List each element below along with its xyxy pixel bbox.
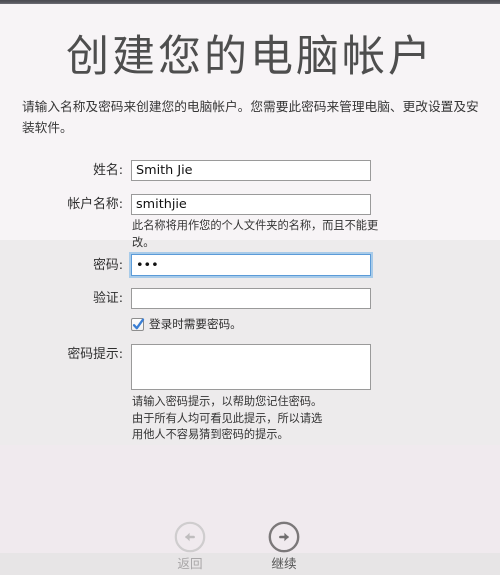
account-name-label: 帐户名称: — [67, 197, 124, 212]
back-button[interactable]: 返回 — [152, 521, 228, 571]
require-password-label: 登录时需要密码。 — [149, 317, 242, 331]
verify-input[interactable] — [131, 288, 371, 309]
full-name-label: 姓名: — [93, 163, 123, 178]
checkmark-icon — [132, 317, 145, 329]
setup-assistant-window: 创建您的电脑帐户 请输入名称及密码来创建您的电脑帐户。您需要此密码来管理电脑、更… — [0, 0, 500, 575]
require-password-checkbox[interactable] — [131, 317, 145, 331]
account-name-input[interactable] — [131, 194, 371, 215]
continue-button-label: 继续 — [271, 556, 297, 571]
password-hint-textarea[interactable] — [131, 344, 371, 390]
full-name-input[interactable] — [131, 160, 371, 181]
account-name-helper-text: 此名称将用作您的个人文件夹的名称，而且不能更改。 — [132, 219, 379, 249]
continue-button[interactable]: 继续 — [246, 521, 322, 571]
arrow-right-circle-icon — [268, 521, 300, 553]
account-creation-form: 姓名: 帐户名称: 此名称将用作您的个人文件夹的名称，而且不能更改。 密码: 验… — [0, 0, 500, 575]
password-label: 密码: — [93, 258, 123, 273]
password-hint-helper-text: 请输入密码提示，以帮助您记住密码。由于所有人均可看见此提示，所以请选用他人不容易… — [132, 395, 323, 442]
password-hint-label: 密码提示: — [67, 347, 124, 362]
back-button-label: 返回 — [177, 556, 203, 571]
verify-label: 验证: — [93, 291, 123, 306]
require-password-checkbox-row[interactable]: 登录时需要密码。 — [131, 316, 242, 332]
navigation-bar: 返回 继续 — [0, 521, 500, 575]
arrow-left-circle-icon — [174, 521, 206, 553]
password-input[interactable] — [131, 254, 371, 276]
